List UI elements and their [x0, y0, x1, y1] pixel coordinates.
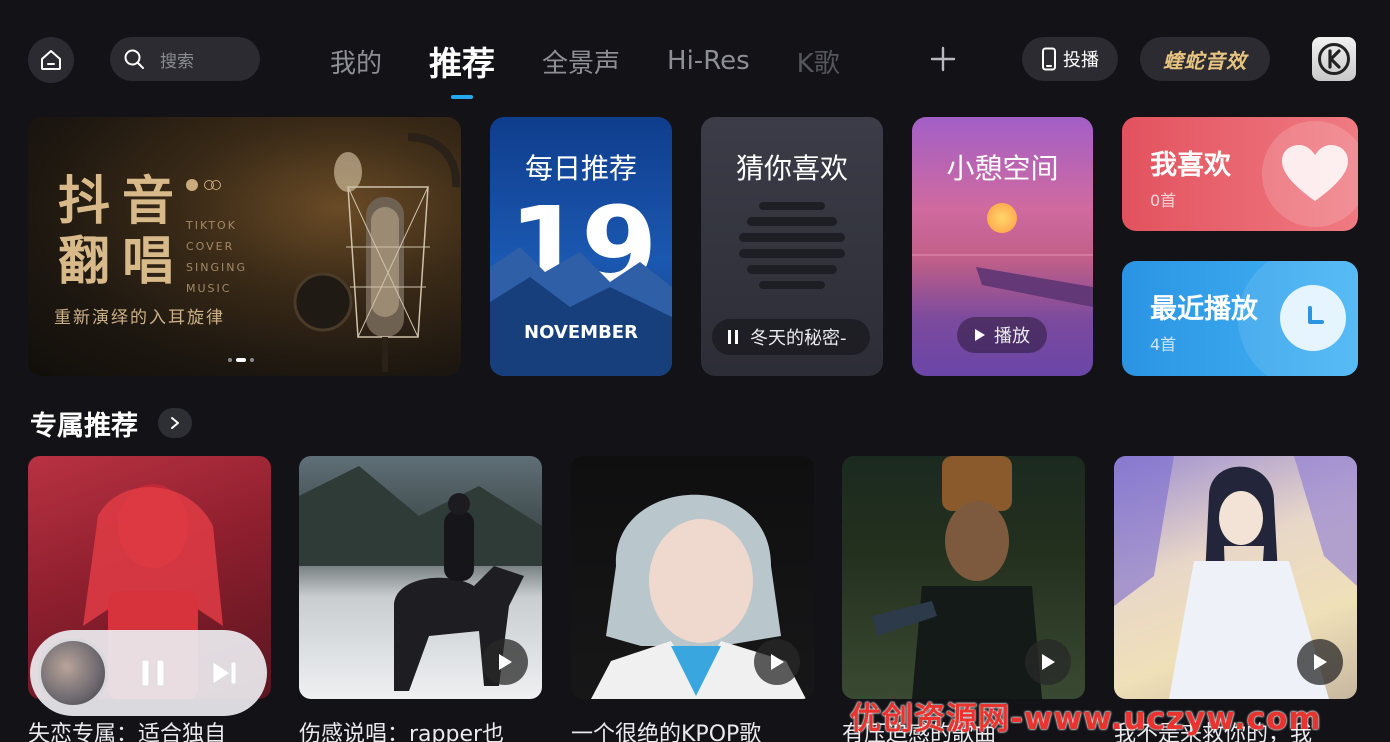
phone-icon	[1042, 47, 1056, 71]
mini-player	[30, 630, 267, 716]
play-icon	[975, 329, 985, 341]
play-icon	[1042, 654, 1055, 670]
daily-recommend-card[interactable]: 每日推荐 19 NOVEMBER	[490, 117, 672, 376]
kugou-logo[interactable]	[1312, 37, 1356, 81]
daily-month: NOVEMBER	[524, 322, 638, 343]
mountains-illustration	[490, 247, 672, 376]
relax-space-card[interactable]: 小憩空间 播放	[912, 117, 1093, 376]
relax-play-label: 播放	[994, 326, 1030, 347]
recently-played-card[interactable]: 最近播放 4首	[1122, 261, 1358, 376]
tab-recommend[interactable]: 推荐	[429, 37, 495, 85]
banner-title: 抖音 翻唱	[58, 171, 187, 292]
daily-title: 每日推荐	[524, 152, 637, 185]
playlist-tile[interactable]	[842, 456, 1085, 699]
guess-song-title: 冬天的秘密-	[750, 328, 847, 349]
microphone-illustration	[293, 133, 461, 372]
tab-mine[interactable]: 我的	[330, 43, 382, 80]
cast-label: 投播	[1063, 50, 1099, 71]
playlist-tile[interactable]	[1114, 456, 1357, 699]
cast-button[interactable]: 投播	[1022, 37, 1118, 81]
heart-icon	[1282, 145, 1348, 201]
banner-english-text: TIKTOK COVER SINGING MUSIC	[186, 219, 247, 295]
favorites-count: 0首	[1150, 191, 1177, 210]
playlist-caption: 一个很绝的KPOP歌	[571, 722, 762, 742]
watermark: 优创资源网-www.uczyw.com	[850, 701, 1322, 737]
play-button[interactable]	[754, 639, 800, 685]
my-favorites-card[interactable]: 我喜欢 0首	[1122, 117, 1358, 231]
mini-player-cover[interactable]	[38, 638, 108, 708]
play-icon	[499, 654, 512, 670]
section-title: 专属推荐	[30, 411, 138, 442]
boat-illustration	[912, 254, 1093, 307]
home-button[interactable]	[28, 37, 74, 83]
sunset-illustration	[987, 203, 1017, 233]
tab-atmos[interactable]: 全景声	[542, 43, 620, 80]
recent-title: 最近播放	[1150, 294, 1258, 325]
playlist-tile[interactable]	[299, 456, 542, 699]
home-icon	[41, 50, 61, 70]
clock-badge	[1280, 285, 1346, 351]
search-input[interactable]: 搜索	[110, 37, 260, 81]
recent-count: 4首	[1150, 335, 1177, 354]
playlist-caption: 伤感说唱：rapper也	[299, 722, 505, 742]
banner-pager	[228, 358, 258, 362]
chevron-right-icon	[171, 417, 179, 429]
guess-you-like-card[interactable]: 猜你喜欢 冬天的秘密-	[701, 117, 883, 376]
guess-now-playing[interactable]: 冬天的秘密-	[712, 319, 870, 355]
banner-subtitle: 重新演绎的入耳旋律	[54, 308, 225, 328]
guess-title: 猜你喜欢	[735, 152, 848, 185]
banner-decoration	[186, 179, 221, 191]
tab-hi-res[interactable]: Hi-Res	[667, 46, 750, 76]
search-icon	[124, 49, 144, 69]
play-button[interactable]	[1025, 639, 1071, 685]
next-track-icon[interactable]	[210, 659, 238, 687]
add-tab-icon[interactable]	[928, 44, 958, 74]
pause-icon[interactable]	[140, 658, 166, 688]
heart-badge	[1262, 121, 1358, 227]
speaker-icon	[739, 202, 845, 289]
pause-icon	[728, 330, 738, 344]
play-button[interactable]	[1297, 639, 1343, 685]
viper-label: 蝰蛇音效	[1163, 48, 1247, 73]
k-icon	[1318, 43, 1350, 75]
relax-title: 小憩空间	[946, 152, 1059, 185]
search-placeholder: 搜索	[160, 51, 194, 72]
relax-play-button[interactable]: 播放	[957, 317, 1047, 353]
play-icon	[771, 654, 784, 670]
featured-banner[interactable]: 抖音 翻唱 TIKTOK COVER SINGING MUSIC 重新演绎的入耳…	[28, 117, 461, 376]
category-tabs: 我的 推荐 全景声 Hi-Res K歌	[330, 36, 887, 86]
favorites-title: 我喜欢	[1150, 150, 1231, 181]
tab-karaoke[interactable]: K歌	[797, 43, 840, 80]
viper-sound-effect-button[interactable]: 蝰蛇音效	[1140, 37, 1270, 81]
playlist-caption: 失恋专属：适合独自	[28, 722, 227, 742]
play-button[interactable]	[482, 639, 528, 685]
play-icon	[1314, 654, 1327, 670]
section-more-button[interactable]	[158, 408, 192, 438]
clock-icon	[1308, 306, 1324, 324]
playlist-tile[interactable]	[571, 456, 814, 699]
